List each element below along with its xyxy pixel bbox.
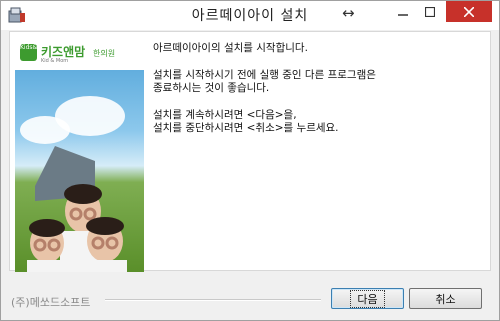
close-programs-paragraph: 설치를 시작하시기 전에 실행 중인 다른 프로그램은 종료하시는 것이 좋습니… [153, 69, 376, 94]
maximize-icon [425, 6, 435, 17]
next-button-label: 다음 [350, 289, 385, 308]
logo-header: Kids&Mom 키즈앤맘 Kid & Mom 한의원 [15, 36, 144, 70]
welcome-banner-image: Kids&Mom 키즈앤맘 Kid & Mom 한의원 [15, 36, 144, 272]
welcome-text: 아르떼이아이의 설치를 시작합니다. 설치를 시작하시기 전에 실행 중인 다른… [153, 42, 483, 149]
logo-subtitle: Kid & Mom [41, 58, 69, 64]
instructions-paragraph: 설치를 계속하시려면 <다음>을, 설치를 중단하시려면 <취소>를 누르세요. [153, 109, 339, 134]
move-arrows-icon: ↔ [342, 4, 355, 22]
logo-clinic-label: 한의원 [93, 49, 116, 58]
close-button[interactable] [446, 1, 492, 22]
intro-paragraph: 아르떼이아이의 설치를 시작합니다. [153, 42, 308, 54]
minimize-icon [398, 13, 408, 16]
title-bar[interactable]: 아르떼이아이 설치 ↔ [1, 1, 499, 30]
next-button[interactable]: 다음 [331, 288, 404, 309]
installer-window: 아르떼이아이 설치 ↔ Kids&Mom 키즈앤맘 Kid & Mom 한의원 … [0, 0, 500, 321]
footer-divider [105, 299, 321, 301]
minimize-button[interactable] [390, 1, 416, 22]
close-icon [464, 6, 474, 17]
logo-mark: Kids&Mom [20, 44, 52, 61]
company-name: (주)메쏘드소프트 [11, 296, 91, 309]
cancel-button-label: 취소 [435, 292, 456, 306]
children-illustration [27, 146, 127, 272]
maximize-button[interactable] [417, 1, 443, 22]
cancel-button[interactable]: 취소 [409, 288, 482, 309]
